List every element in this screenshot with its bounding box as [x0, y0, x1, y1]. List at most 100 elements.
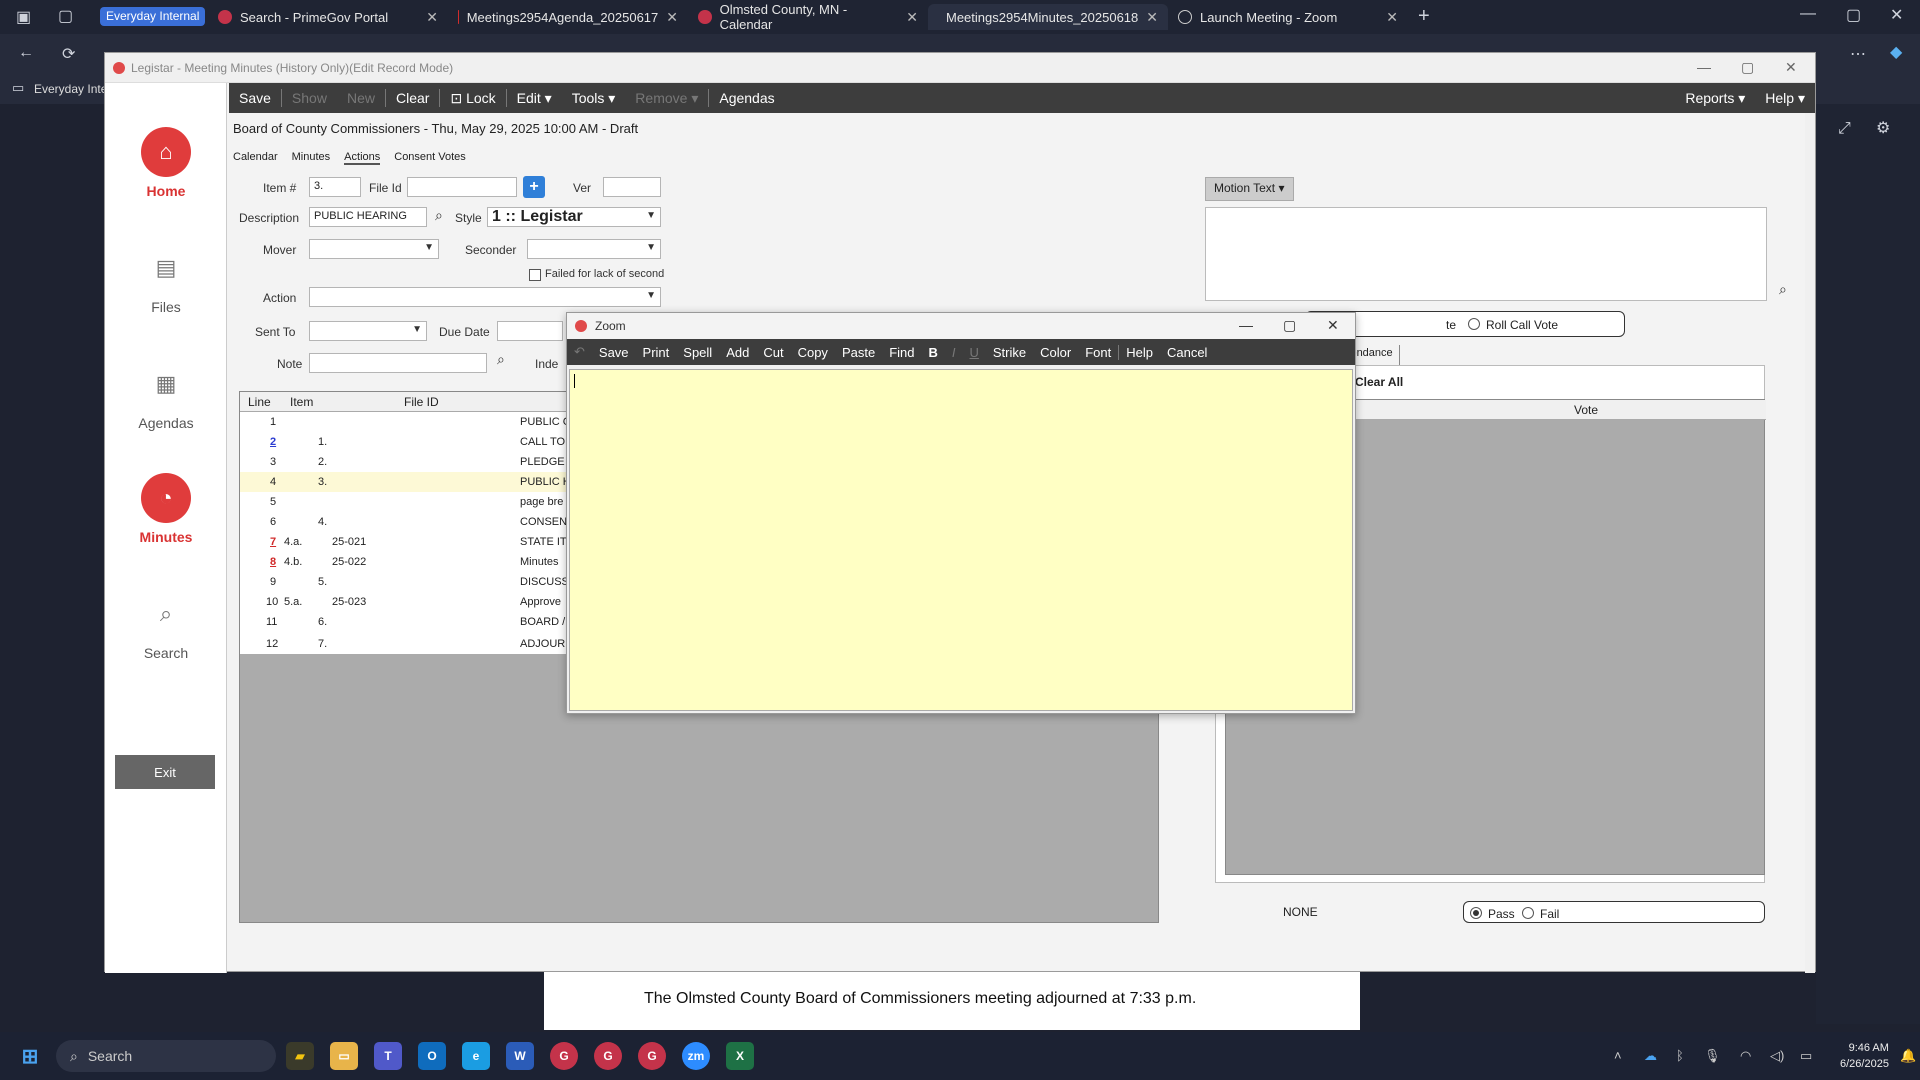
vertical-scrollbar[interactable]: [1805, 113, 1815, 973]
action-dropdown[interactable]: ▼: [309, 287, 661, 307]
zoom-icon[interactable]: ⌕: [1779, 281, 1787, 298]
file-id-field[interactable]: [407, 177, 517, 197]
italic-button[interactable]: I: [945, 345, 963, 360]
close-icon[interactable]: ✕: [1890, 5, 1903, 25]
onedrive-icon[interactable]: ☁: [1644, 1048, 1657, 1064]
primegov-icon[interactable]: G: [550, 1042, 578, 1070]
col-file-id[interactable]: File ID: [404, 395, 439, 409]
col-vote[interactable]: Vote: [1574, 403, 1598, 417]
favorites-folder[interactable]: Everyday Inte: [34, 82, 107, 96]
close-icon[interactable]: ✕: [666, 9, 678, 26]
zoom-find-button[interactable]: Find: [882, 345, 921, 360]
refresh-icon[interactable]: ⟳: [62, 44, 75, 64]
add-file-button[interactable]: +: [523, 176, 545, 198]
row-line[interactable]: 8: [270, 556, 276, 568]
new-tab-icon[interactable]: +: [1418, 5, 1430, 28]
zoom-text-area[interactable]: [569, 369, 1353, 711]
bluetooth-icon[interactable]: ᛒ: [1676, 1048, 1684, 1063]
col-line[interactable]: Line: [248, 395, 271, 409]
edge-icon[interactable]: e: [462, 1042, 490, 1070]
tools-menu[interactable]: Tools ▾: [562, 83, 626, 113]
close-icon[interactable]: ✕: [1785, 59, 1797, 76]
zoom-copy-button[interactable]: Copy: [791, 345, 835, 360]
wifi-icon[interactable]: ◠: [1740, 1048, 1751, 1064]
chevron-up-icon[interactable]: ˄: [1614, 1048, 1622, 1063]
row-line[interactable]: 2: [270, 436, 276, 448]
minimize-icon[interactable]: —: [1239, 317, 1253, 333]
maximize-icon[interactable]: ▢: [1283, 317, 1296, 334]
notification-icon[interactable]: 🔔: [1900, 1048, 1916, 1064]
seconder-dropdown[interactable]: ▼: [527, 239, 661, 259]
browser-tab-agenda[interactable]: Meetings2954Agenda_20250617 ✕: [448, 4, 688, 30]
zoom-spell-button[interactable]: Spell: [676, 345, 719, 360]
nav-search[interactable]: ⌕ Search: [105, 589, 227, 661]
undo-icon[interactable]: ↶: [567, 344, 592, 360]
tab-minutes[interactable]: Minutes: [292, 151, 331, 165]
failed-lack-second-checkbox[interactable]: [529, 269, 541, 281]
roll-call-radio[interactable]: [1468, 318, 1480, 330]
row-line[interactable]: 7: [270, 536, 276, 548]
motion-text-dropdown[interactable]: Motion Text ▾: [1205, 177, 1294, 201]
underline-button[interactable]: U: [963, 345, 986, 360]
close-icon[interactable]: ✕: [426, 9, 438, 26]
back-icon[interactable]: ←: [18, 44, 34, 62]
gear-icon[interactable]: ⚙: [1876, 118, 1890, 138]
nav-minutes[interactable]: ◔ Minutes: [105, 473, 227, 545]
zoom-help-button[interactable]: Help: [1118, 344, 1160, 360]
open-external-icon[interactable]: ⤢: [1838, 120, 1851, 138]
sticky-app-icon[interactable]: ▰: [286, 1042, 314, 1070]
version-field[interactable]: [603, 177, 661, 197]
workspaces-icon[interactable]: ▣: [16, 7, 31, 27]
maximize-icon[interactable]: ▢: [1846, 5, 1861, 25]
minimize-icon[interactable]: —: [1800, 5, 1816, 23]
teams-icon[interactable]: T: [374, 1042, 402, 1070]
outlook-icon[interactable]: O: [418, 1042, 446, 1070]
clear-all-button[interactable]: Clear All: [1355, 375, 1403, 389]
mover-dropdown[interactable]: ▼: [309, 239, 439, 259]
word-icon[interactable]: W: [506, 1042, 534, 1070]
nav-agendas[interactable]: ▦ Agendas: [105, 359, 227, 431]
battery-icon[interactable]: ▭: [1800, 1048, 1812, 1064]
tab-consent-votes[interactable]: Consent Votes: [394, 151, 466, 165]
note-field[interactable]: [309, 353, 487, 373]
primegov-icon[interactable]: G: [638, 1042, 666, 1070]
description-field[interactable]: PUBLIC HEARING: [309, 207, 427, 227]
maximize-icon[interactable]: ▢: [1741, 59, 1754, 76]
excel-icon[interactable]: X: [726, 1042, 754, 1070]
edit-menu[interactable]: Edit ▾: [507, 83, 562, 113]
zoom-strike-button[interactable]: Strike: [986, 345, 1033, 360]
pass-radio[interactable]: [1470, 907, 1482, 919]
zoom-cut-button[interactable]: Cut: [756, 345, 790, 360]
col-item[interactable]: Item: [290, 395, 313, 409]
save-button[interactable]: Save: [229, 83, 281, 113]
clear-button[interactable]: Clear: [386, 83, 439, 113]
primegov-icon[interactable]: G: [594, 1042, 622, 1070]
zoom-app-icon[interactable]: zm: [682, 1042, 710, 1070]
lock-button[interactable]: ⊡ Lock: [440, 83, 505, 113]
tab-actions[interactable]: Actions: [344, 151, 381, 165]
fail-radio[interactable]: [1522, 907, 1534, 919]
browser-tab-primegov[interactable]: Search - PrimeGov Portal ✕: [208, 4, 448, 30]
nav-files[interactable]: ▤ Files: [105, 243, 227, 315]
file-explorer-icon[interactable]: ▭: [330, 1042, 358, 1070]
search-icon[interactable]: ⌕: [497, 351, 505, 368]
zoom-cancel-button[interactable]: Cancel: [1160, 345, 1214, 360]
browser-tab-zoom[interactable]: Launch Meeting - Zoom ✕: [1168, 4, 1408, 30]
search-icon[interactable]: ⌕: [435, 207, 443, 224]
zoom-print-button[interactable]: Print: [636, 345, 677, 360]
close-icon[interactable]: ✕: [1146, 9, 1158, 26]
close-icon[interactable]: ✕: [1327, 317, 1339, 334]
zoom-paste-button[interactable]: Paste: [835, 345, 882, 360]
taskbar-search[interactable]: ⌕ Search: [56, 1040, 276, 1072]
close-icon[interactable]: ✕: [1386, 9, 1398, 26]
new-button[interactable]: New: [337, 83, 385, 113]
motion-text-area[interactable]: [1205, 207, 1767, 301]
reports-menu[interactable]: Reports ▾: [1675, 83, 1755, 113]
browser-tab-minutes[interactable]: Meetings2954Minutes_20250618 ✕: [928, 4, 1168, 30]
zoom-add-button[interactable]: Add: [719, 345, 756, 360]
microphone-icon[interactable]: 🎙: [1704, 1048, 1721, 1064]
zoom-color-button[interactable]: Color: [1033, 345, 1078, 360]
tab-calendar[interactable]: Calendar: [233, 151, 278, 165]
show-button[interactable]: Show: [282, 83, 337, 113]
tab-actions-icon[interactable]: ▢: [58, 6, 73, 26]
